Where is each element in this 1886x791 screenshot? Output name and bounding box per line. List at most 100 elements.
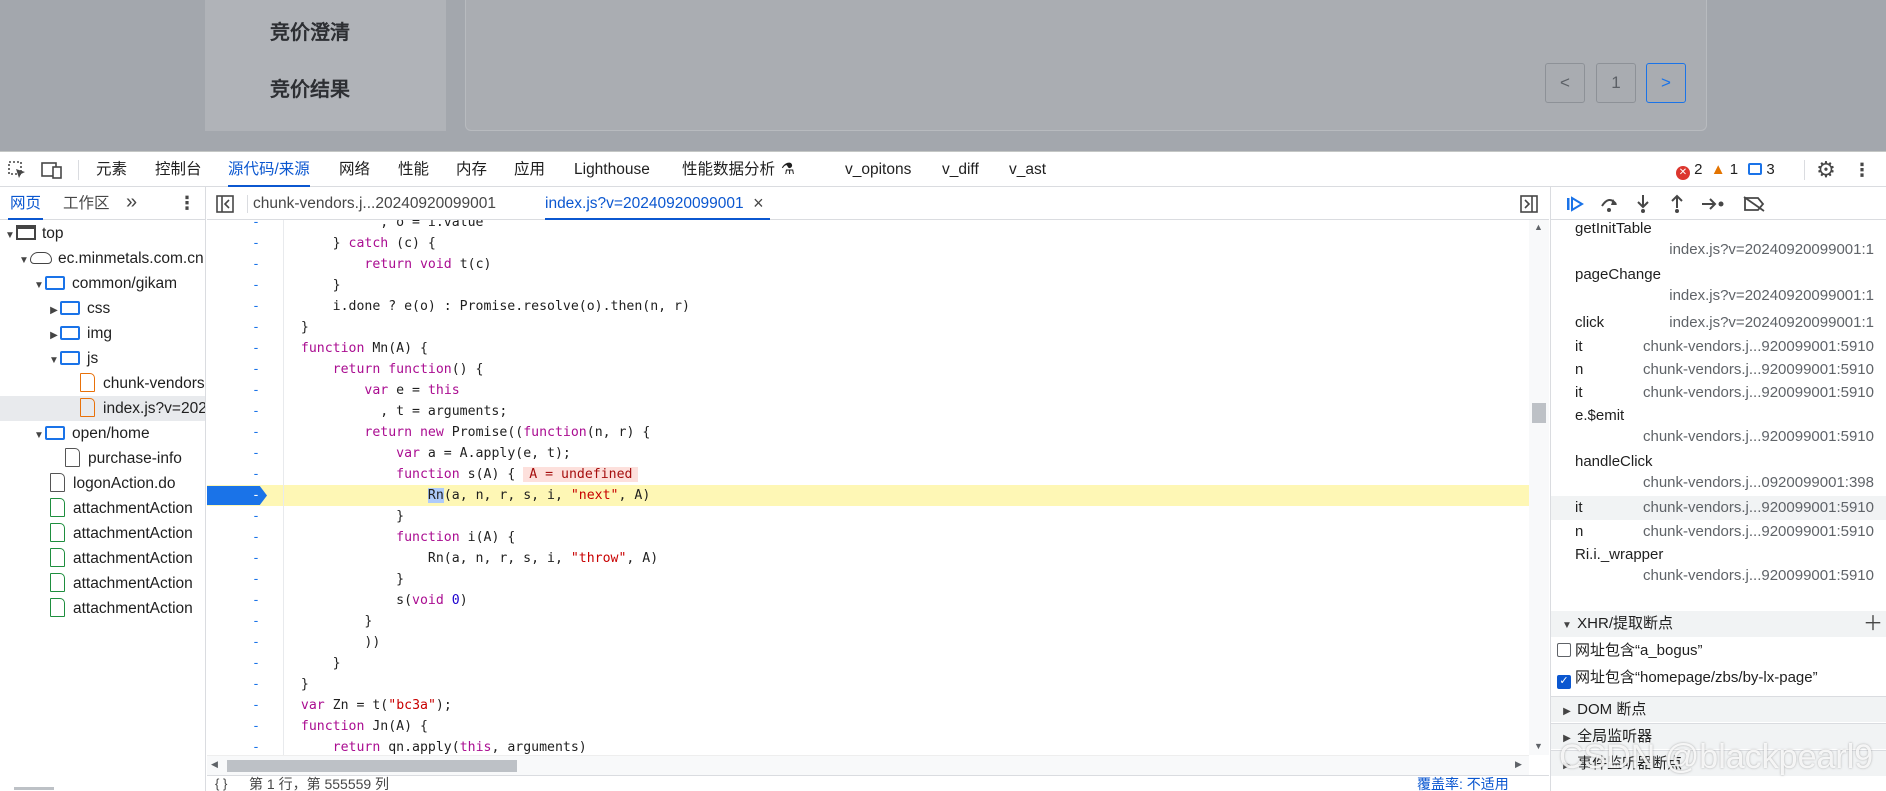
code-line[interactable]: - var e = this [207, 380, 1529, 401]
checkbox[interactable] [1557, 643, 1571, 657]
scroll-right-arrow-icon[interactable]: ▶ [1515, 759, 1522, 770]
xhr-breakpoints-header[interactable]: ▼ XHR/提取断点 ＋ [1551, 611, 1886, 637]
tree-item-folder[interactable]: ▶ img [48, 321, 112, 346]
call-frame-selected[interactable]: it chunk-vendors.j...920099001:5910 [1551, 496, 1886, 520]
tree-item-folder[interactable]: ▶ css [48, 296, 110, 321]
tree-item-domain[interactable]: ▼ ec.minmetals.com.cn [18, 246, 204, 271]
resume-icon[interactable] [1563, 193, 1587, 215]
toggle-navigator-icon[interactable] [215, 194, 235, 214]
code-line[interactable]: - } [207, 653, 1529, 674]
tab-application[interactable]: 应用 [514, 152, 545, 187]
step-into-icon[interactable] [1631, 193, 1655, 215]
code-line[interactable]: - , t = arguments; [207, 401, 1529, 422]
tree-item-file[interactable]: purchase-info [65, 446, 182, 471]
code-line[interactable]: - } [207, 611, 1529, 632]
menu-item-bid-result[interactable]: 竞价结果 [270, 73, 350, 102]
device-toolbar-icon[interactable] [40, 160, 64, 180]
code-line[interactable]: - function s(A) {A = undefined [207, 464, 1529, 485]
scroll-left-arrow-icon[interactable]: ◀ [211, 759, 218, 770]
code-line[interactable]: - return function() { [207, 359, 1529, 380]
hscroll-thumb[interactable] [227, 760, 517, 772]
tree-item-file[interactable]: attachmentAction [50, 596, 193, 621]
code-line[interactable]: - function i(A) { [207, 527, 1529, 548]
code-line[interactable]: - )) [207, 632, 1529, 653]
call-frame[interactable]: Ri.i._wrapper chunk-vendors.j...920099001… [1551, 543, 1886, 589]
code-line[interactable]: - s(void 0) [207, 590, 1529, 611]
navigator-hscrollbar[interactable] [14, 787, 54, 790]
tree-item-file[interactable]: chunk-vendors.js [80, 371, 205, 396]
call-frame[interactable]: pageChange index.js?v=20240920099001:1 [1551, 266, 1886, 312]
code-line-paused[interactable]: - Rn(a, n, r, s, i, "next", A) [207, 485, 1529, 506]
tab-v-opitons[interactable]: v_opitons [845, 152, 911, 187]
tree-item-folder[interactable]: ▼ js [48, 346, 98, 371]
code-line[interactable]: - return void t(c) [207, 254, 1529, 275]
step-over-icon[interactable] [1597, 193, 1621, 215]
tree-item-file[interactable]: attachmentAction [50, 521, 193, 546]
tab-memory[interactable]: 内存 [456, 152, 487, 187]
code-line[interactable]: - function Jn(A) { [207, 716, 1529, 737]
add-breakpoint-icon[interactable]: ＋ [1863, 611, 1883, 637]
code-line[interactable]: - } [207, 275, 1529, 296]
code-line[interactable]: - Rn(a, n, r, s, i, "throw", A) [207, 548, 1529, 569]
code-line[interactable]: - return new Promise((function(n, r) { [207, 422, 1529, 443]
tree-item-file[interactable]: attachmentAction [50, 496, 193, 521]
coverage-status[interactable]: 覆盖率: 不适用 [1417, 776, 1509, 791]
scroll-down-arrow-icon[interactable]: ▼ [1534, 741, 1543, 751]
code-line[interactable]: - } catch (c) { [207, 233, 1529, 254]
more-tabs-chevron-icon[interactable]: » [126, 187, 137, 220]
code-line[interactable]: - } [207, 674, 1529, 695]
scroll-up-arrow-icon[interactable]: ▲ [1534, 222, 1543, 232]
inspect-element-icon[interactable] [6, 160, 28, 180]
code-line[interactable]: - } [207, 569, 1529, 590]
tree-item-folder[interactable]: ▼ common/gikam [33, 271, 177, 296]
tree-item-file-selected[interactable]: index.js?v=20240920099001 [0, 396, 205, 421]
xhr-breakpoint-item[interactable]: ✓ 网址包含“homepage/zbs/by-lx-page” [1551, 665, 1886, 691]
checkbox-checked[interactable]: ✓ [1557, 675, 1571, 689]
dom-breakpoints-header[interactable]: ▶ DOM 断点 [1551, 696, 1886, 722]
tab-lighthouse[interactable]: Lighthouse [574, 152, 650, 187]
call-frame[interactable]: n chunk-vendors.j...920099001:5910 [1551, 520, 1886, 543]
code-line[interactable]: - } [207, 506, 1529, 527]
xhr-breakpoint-item[interactable]: 网址包含“a_bogus” [1551, 638, 1886, 664]
editor-vscrollbar[interactable]: ▲ ▼ [1529, 220, 1549, 755]
code-line[interactable]: - } [207, 317, 1529, 338]
pagination-next-button[interactable]: > [1646, 63, 1686, 103]
tab-performance-insights[interactable]: 性能数据分析 ⚗ [682, 152, 795, 187]
code-line[interactable]: - , o = i.value [207, 220, 1529, 233]
pagination-prev-button[interactable]: < [1545, 63, 1585, 103]
tab-console[interactable]: 控制台 [155, 152, 202, 187]
deactivate-breakpoints-icon[interactable] [1741, 193, 1767, 215]
tree-item-folder[interactable]: ▼ open/home [33, 421, 150, 446]
pagination-page-1[interactable]: 1 [1596, 63, 1636, 103]
call-frame[interactable]: it chunk-vendors.j...920099001:5910 [1551, 335, 1886, 358]
tree-item-top[interactable]: ▼ top [4, 221, 64, 246]
call-frame[interactable]: n chunk-vendors.j...920099001:5910 [1551, 358, 1886, 381]
tab-v-ast[interactable]: v_ast [1009, 152, 1046, 187]
code-line[interactable]: - var Zn = t("bc3a"); [207, 695, 1529, 716]
toggle-debugger-icon[interactable] [1519, 194, 1539, 214]
editor-tab-index-js[interactable]: index.js?v=20240920099001 × [545, 187, 770, 220]
tab-network[interactable]: 网络 [339, 152, 370, 187]
tree-item-file[interactable]: attachmentAction [50, 546, 193, 571]
editor-tab-chunk-vendors[interactable]: chunk-vendors.j...20240920099001 [253, 187, 496, 220]
tab-workspace[interactable]: 工作区 [63, 187, 110, 220]
tree-item-file[interactable]: attachmentAction [50, 571, 193, 596]
tab-sources[interactable]: 源代码/来源 [228, 152, 310, 187]
code-line[interactable]: - var a = A.apply(e, t); [207, 443, 1529, 464]
code-line[interactable]: - i.done ? e(o) : Promise.resolve(o).the… [207, 296, 1529, 317]
call-frame[interactable]: getInitTable index.js?v=20240920099001:1 [1551, 220, 1886, 266]
code-area[interactable]: - , o = i.value - } catch (c) { - return… [207, 220, 1529, 755]
code-line[interactable]: - function Mn(A) { [207, 338, 1529, 359]
call-frame[interactable]: click index.js?v=20240920099001:1 [1551, 312, 1886, 335]
tab-performance[interactable]: 性能 [398, 152, 429, 187]
tree-item-file[interactable]: logonAction.do [50, 471, 176, 496]
step-icon[interactable] [1699, 193, 1727, 215]
step-out-icon[interactable] [1665, 193, 1689, 215]
navigator-menu-icon[interactable]: ⋮ [178, 187, 196, 220]
editor-hscrollbar[interactable]: ◀ ▶ [207, 755, 1529, 775]
call-frame[interactable]: handleClick chunk-vendors.j...0920099001:… [1551, 450, 1886, 496]
call-frame[interactable]: it chunk-vendors.j...920099001:5910 [1551, 381, 1886, 404]
pretty-print-icon[interactable]: { } [215, 776, 227, 791]
tab-page[interactable]: 网页 [8, 187, 44, 220]
tab-elements[interactable]: 元素 [96, 152, 127, 187]
